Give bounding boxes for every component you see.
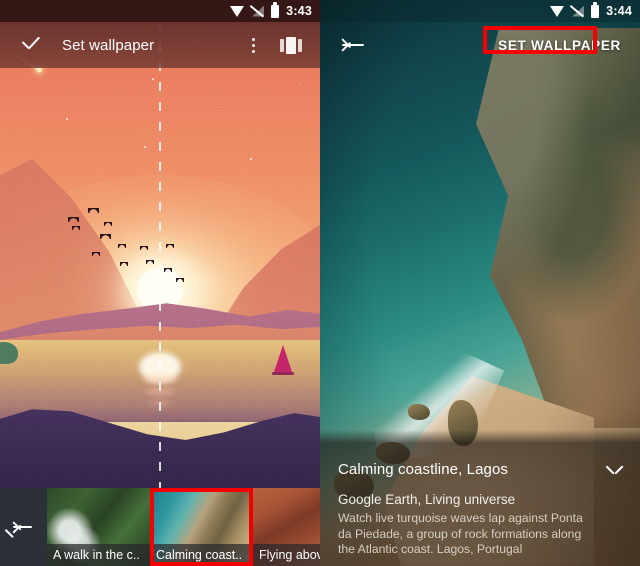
check-icon[interactable] — [18, 32, 44, 58]
left-toolbar: Set wallpaper — [0, 22, 320, 68]
wallpaper-preview[interactable] — [0, 22, 320, 488]
wallpaper-source: Google Earth, Living universe — [338, 492, 516, 507]
wallpaper-info-card[interactable]: Calming coastline, Lagos Google Earth, L… — [320, 430, 640, 566]
back-arrow-icon — [12, 518, 32, 536]
wifi-icon — [550, 5, 565, 17]
right-status-bar: 3:44 — [320, 0, 640, 22]
battery-icon — [591, 2, 600, 18]
wifi-icon — [230, 5, 245, 17]
wallpaper-title: Calming coastline, Lagos — [338, 461, 508, 478]
right-phone-panel: SET WALLPAPER 3:44 Calming coastline, La… — [320, 0, 640, 566]
crop-divider-line — [159, 22, 162, 488]
multi-page-icon[interactable] — [278, 32, 304, 58]
thumbnail-label: Flying above, . — [253, 544, 320, 566]
list-item[interactable]: A walk in the c.. — [47, 488, 150, 566]
set-wallpaper-title: Set wallpaper — [62, 36, 155, 54]
left-phone-panel: Set wallpaper 3:43 A walk in the c.. Cal… — [0, 0, 320, 566]
back-arrow-icon[interactable] — [341, 35, 364, 55]
left-status-bar: 3:43 — [0, 0, 320, 22]
two-panel-screenshot: Set wallpaper 3:43 A walk in the c.. Cal… — [0, 0, 640, 566]
strip-back-button[interactable] — [0, 488, 47, 566]
status-time: 3:44 — [606, 4, 632, 18]
signal-off-icon — [572, 6, 584, 17]
signal-off-icon — [252, 6, 264, 17]
overflow-menu-icon[interactable] — [244, 32, 264, 58]
set-wallpaper-button[interactable]: SET WALLPAPER — [483, 25, 630, 56]
list-item[interactable]: Flying above, . — [253, 488, 320, 566]
thumbnail-strip: A walk in the c.. Calming coast.. Flying… — [0, 488, 320, 566]
thumbnail-label: Calming coast.. — [150, 544, 253, 566]
status-time: 3:43 — [286, 4, 312, 18]
chevron-down-icon[interactable] — [605, 465, 624, 475]
battery-icon — [271, 2, 280, 18]
thumbnail-list: A walk in the c.. Calming coast.. Flying… — [47, 488, 320, 566]
thumbnail-label: A walk in the c.. — [47, 544, 150, 566]
wallpaper-description: Watch live turquoise waves lap against P… — [338, 511, 583, 556]
right-toolbar: SET WALLPAPER — [320, 22, 640, 68]
list-item[interactable]: Calming coast.. — [150, 488, 253, 566]
set-wallpaper-label: SET WALLPAPER — [498, 37, 621, 53]
